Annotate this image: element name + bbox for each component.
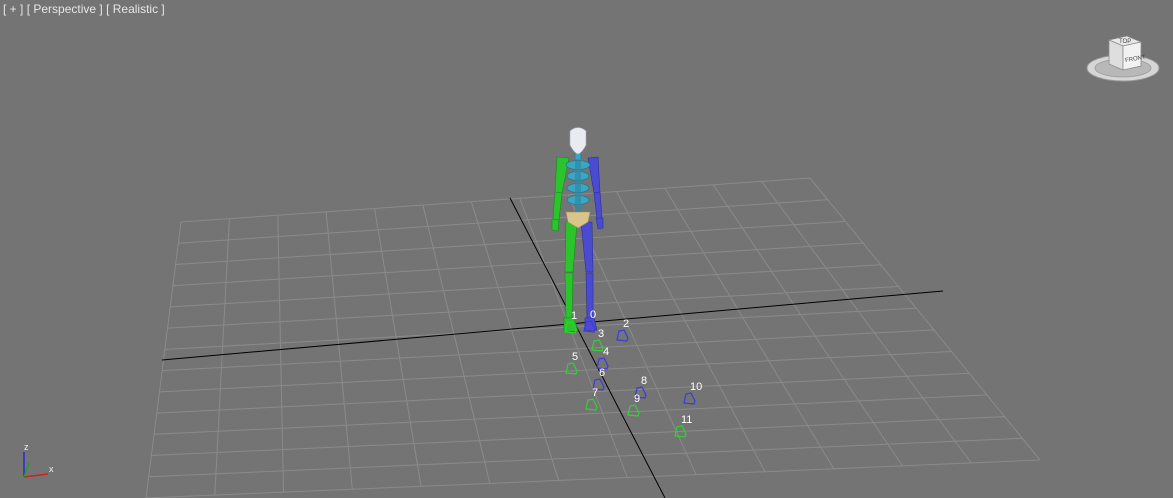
- grid-line: [277, 215, 285, 493]
- tripod-x-label: x: [49, 464, 54, 474]
- grid-line: [151, 416, 1005, 457]
- footstep-number-5: 5: [572, 351, 578, 363]
- footstep-number-11: 11: [681, 414, 692, 426]
- grid-line: [167, 285, 899, 329]
- footstep-number-3: 3: [598, 328, 604, 340]
- biped-right-upperarm[interactable]: [587, 156, 601, 194]
- biped-spine-core: [575, 160, 581, 212]
- viewport-view-button[interactable]: [ Perspective ]: [27, 2, 103, 16]
- scene-canvas[interactable]: 01234567891011 TOP FRONT x z: [0, 0, 1173, 498]
- footstep-10[interactable]: [683, 392, 696, 405]
- grid-line: [148, 437, 1023, 478]
- grid-line: [809, 177, 1041, 461]
- axis-tripod: x z: [23, 442, 54, 478]
- viewcube[interactable]: TOP FRONT: [1086, 35, 1160, 82]
- footstep-number-8: 8: [641, 375, 647, 387]
- biped-left-hand[interactable]: [551, 218, 560, 232]
- grid-line: [172, 242, 864, 287]
- grid-line: [175, 220, 846, 265]
- grid-line: [178, 199, 828, 244]
- grid-line: [154, 394, 987, 435]
- grid-line: [180, 177, 811, 223]
- footstep-number-6: 6: [599, 367, 605, 379]
- grid-line: [170, 264, 881, 308]
- biped-left-thigh[interactable]: [564, 221, 578, 273]
- perspective-viewport[interactable]: 0 1 2 3 4 5 6 7 8 9 10 11 TOP FRONT x z [ + ] [ Per…: [0, 0, 1173, 498]
- footstep-number-10: 10: [690, 381, 702, 393]
- grid-line: [214, 218, 230, 496]
- tripod-z-label: z: [24, 442, 29, 452]
- biped-right-thigh[interactable]: [580, 221, 594, 273]
- viewport-label: [ + ] [ Perspective ] [ Realistic ]: [3, 2, 165, 16]
- biped-right-hand[interactable]: [595, 217, 604, 230]
- grid-line: [145, 459, 1041, 498]
- footstep-5[interactable]: [565, 362, 578, 375]
- viewport-shading-button[interactable]: [ Realistic ]: [106, 2, 165, 16]
- biped-head[interactable]: [569, 127, 587, 155]
- footstep-number-9: 9: [634, 393, 640, 405]
- grid-line: [164, 307, 917, 350]
- home-grid: [145, 177, 1041, 498]
- footstep-3[interactable]: [591, 339, 604, 352]
- footstep-7[interactable]: [585, 398, 598, 411]
- grid-line: [616, 191, 766, 472]
- footstep-2[interactable]: [616, 329, 629, 342]
- footstep-9[interactable]: [627, 404, 640, 417]
- footstep-number-0: 0: [590, 309, 596, 321]
- grid-line: [156, 372, 970, 414]
- footstep-number-2: 2: [623, 318, 629, 330]
- grid-line: [761, 181, 972, 464]
- grid-line: [712, 184, 903, 467]
- grid-line: [159, 351, 952, 393]
- viewcube-top-label: TOP: [1119, 39, 1131, 45]
- viewport-menu-button[interactable]: [ + ]: [3, 2, 23, 16]
- grid-line: [664, 187, 835, 470]
- tripod-x-axis: [23, 473, 49, 478]
- footstep-number-7: 7: [592, 387, 598, 399]
- footstep-number-1: 1: [571, 310, 577, 322]
- footstep-number-4: 4: [603, 346, 609, 358]
